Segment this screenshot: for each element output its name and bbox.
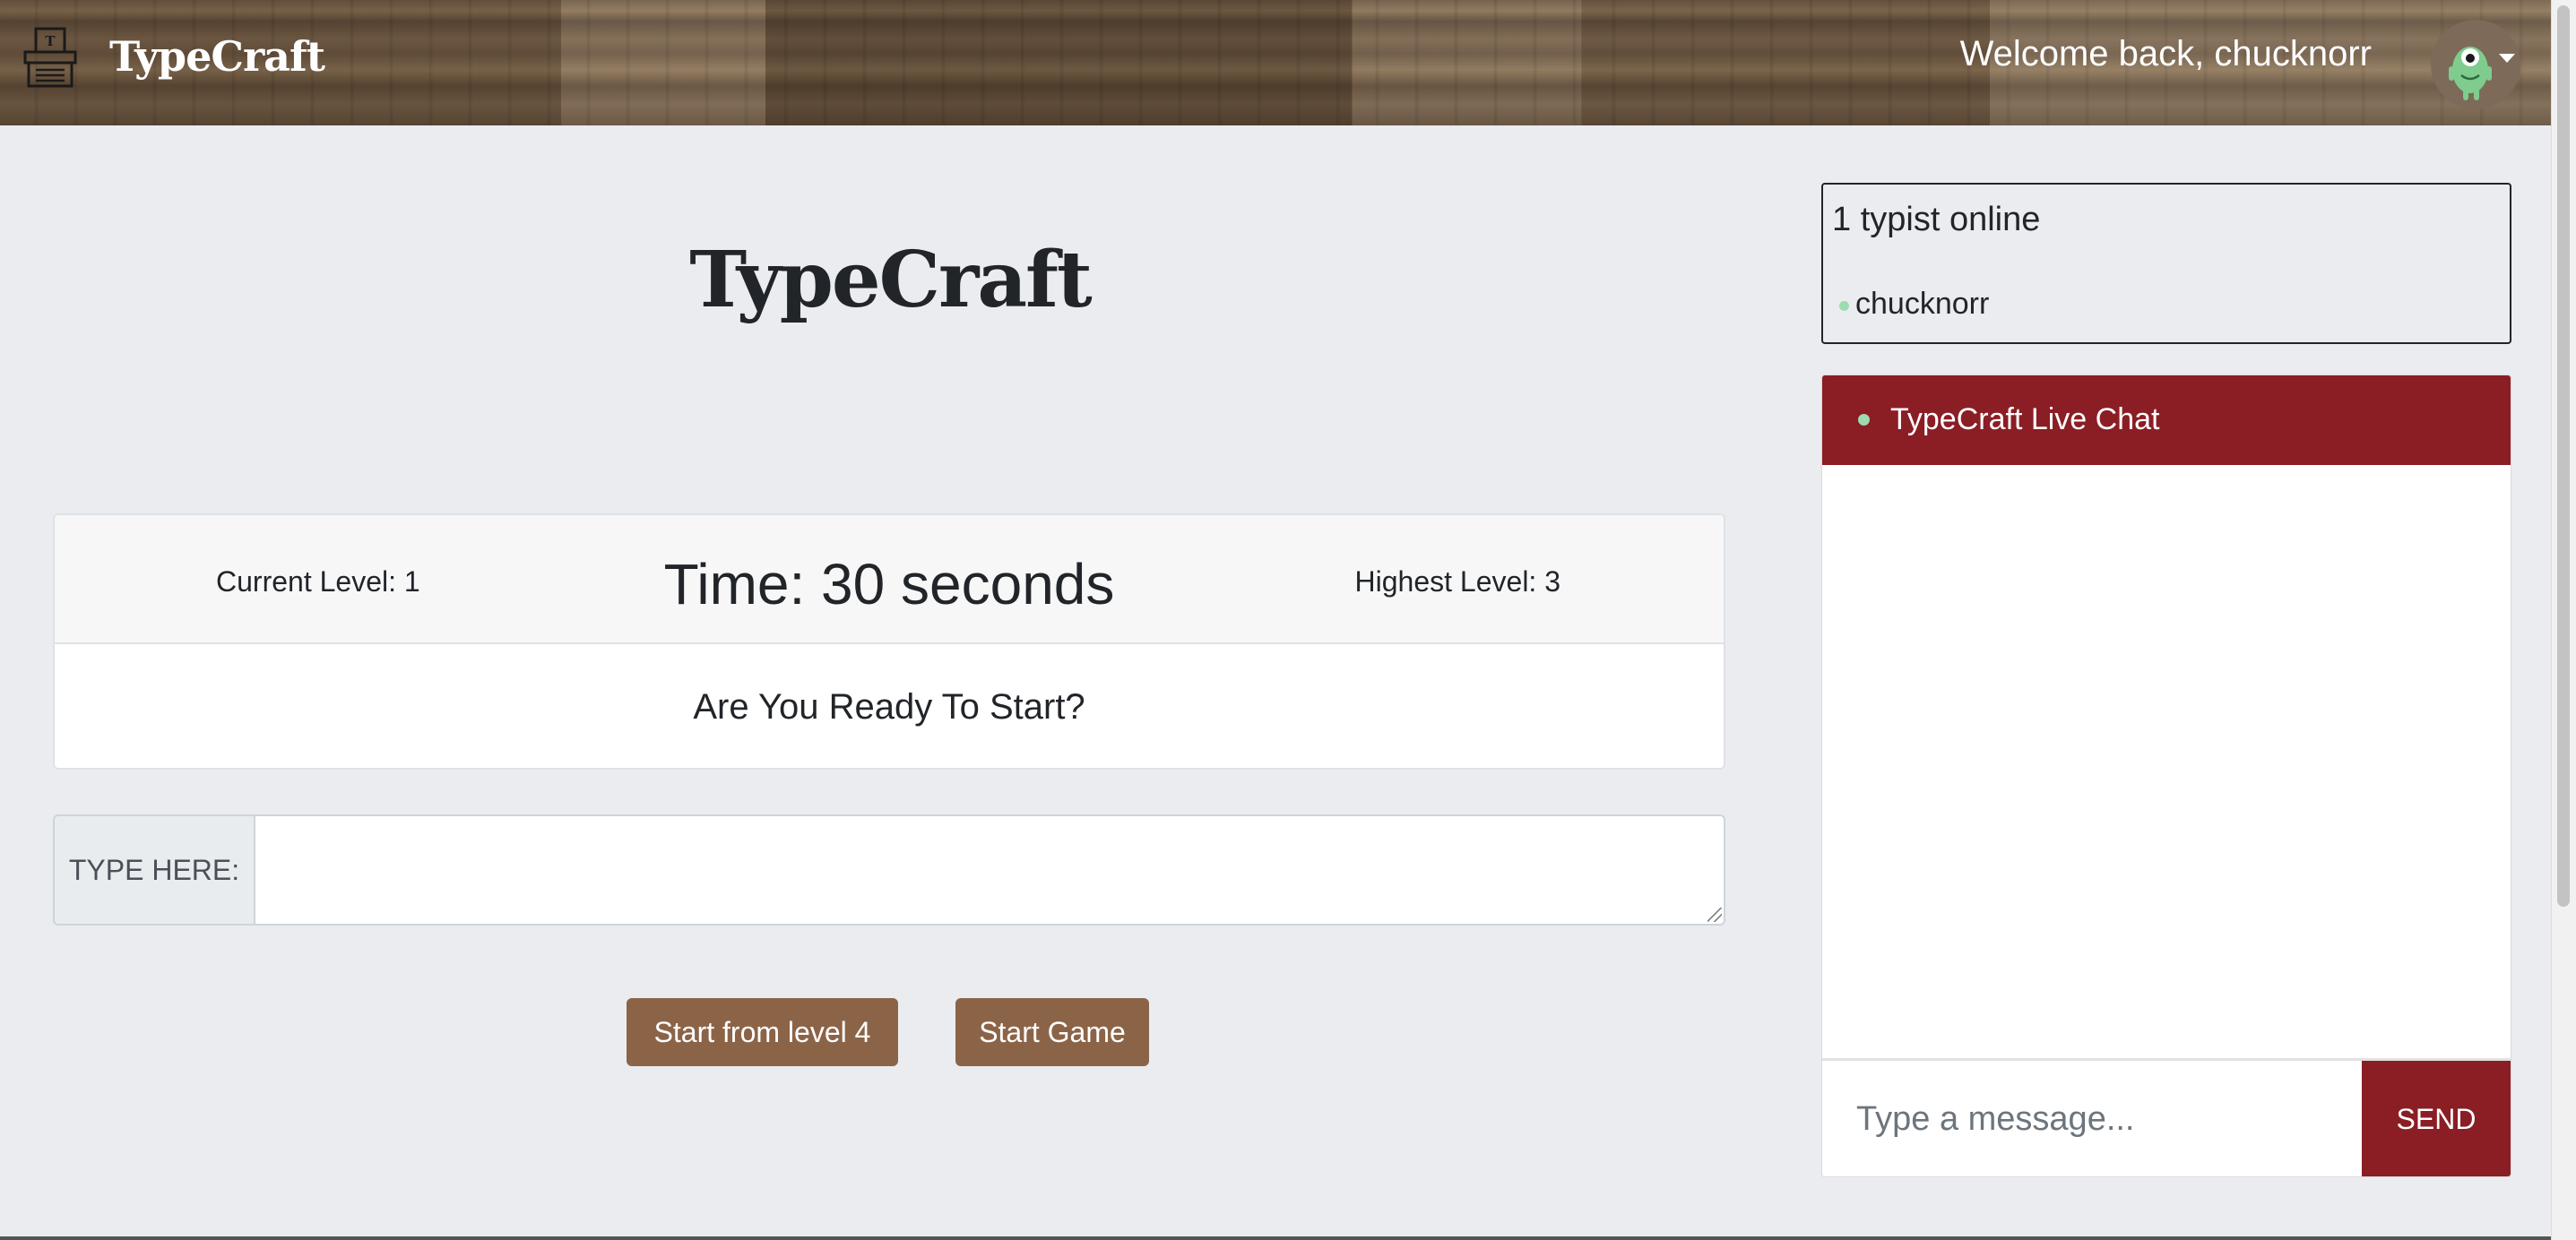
page-scrollbar[interactable]	[2551, 0, 2576, 1240]
chat-messages[interactable]	[1822, 465, 2511, 1056]
game-card: Current Level: 1 Time: 30 seconds Highes…	[53, 513, 1725, 770]
start-game-button[interactable]: Start Game	[955, 998, 1149, 1066]
highest-level: Highest Level: 3	[1354, 565, 1560, 598]
type-input-group: TYPE HERE:	[53, 814, 1725, 926]
game-card-header: Current Level: 1 Time: 30 seconds Highes…	[55, 515, 1724, 644]
online-count: 1 typist online	[1832, 201, 2041, 238]
user-avatar[interactable]	[2431, 20, 2520, 109]
type-here-label: TYPE HERE:	[53, 814, 255, 926]
chat-title: TypeCraft Live Chat	[1890, 402, 2160, 436]
welcome-message: Welcome back, chucknorr	[1959, 34, 2372, 73]
svg-text:T: T	[45, 33, 56, 49]
caret-down-icon[interactable]	[2499, 54, 2515, 63]
page-title: TypeCraft	[689, 235, 1093, 325]
typing-input[interactable]	[254, 814, 1725, 926]
nav-brand[interactable]: TypeCraft	[109, 32, 325, 81]
send-button[interactable]: SEND	[2362, 1061, 2511, 1176]
online-users-panel: 1 typist online chucknorr	[1821, 183, 2511, 344]
online-user: chucknorr	[1855, 287, 1990, 321]
online-status-dot-icon	[1839, 301, 1849, 311]
resize-handle[interactable]	[1707, 908, 1722, 922]
start-from-level-button[interactable]: Start from level 4	[627, 998, 898, 1066]
bottom-divider	[0, 1236, 2551, 1240]
live-chat-panel: TypeCraft Live Chat SEND	[1821, 375, 2511, 1177]
chat-message-input[interactable]	[1822, 1061, 2362, 1176]
chat-input-row: SEND	[1822, 1058, 2511, 1176]
typewriter-icon[interactable]: T	[23, 27, 77, 88]
navbar: T TypeCraft Welcome back, chucknorr	[0, 0, 2551, 125]
ready-prompt: Are You Ready To Start?	[693, 687, 1085, 727]
chat-status-dot-icon	[1858, 414, 1870, 426]
chat-header: TypeCraft Live Chat	[1822, 375, 2511, 465]
scrollbar-thumb[interactable]	[2557, 5, 2570, 907]
